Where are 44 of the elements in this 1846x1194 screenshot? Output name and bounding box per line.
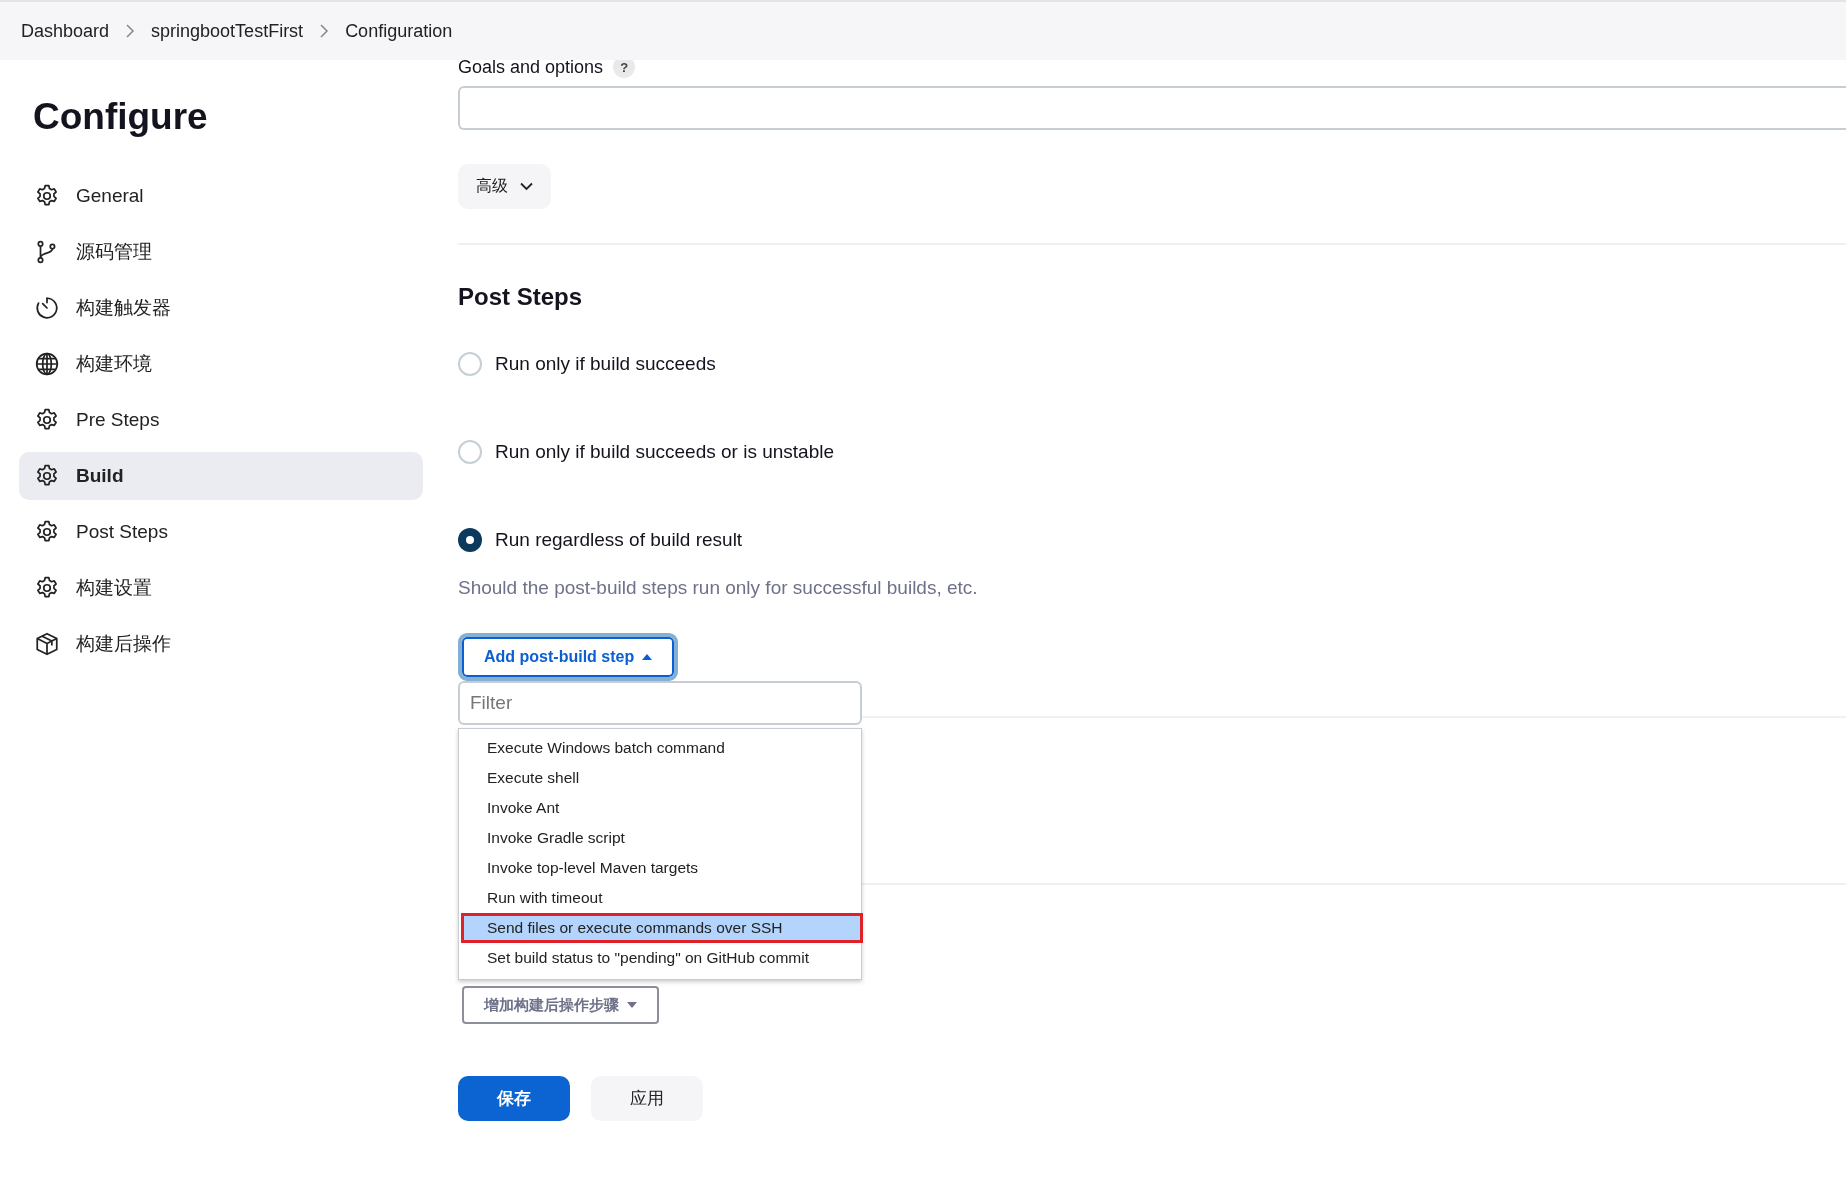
page-title: Configure (33, 96, 208, 138)
radio-button[interactable] (458, 528, 482, 552)
chevron-icon (319, 24, 330, 38)
chevron-down-icon (520, 182, 533, 191)
package-icon (34, 631, 60, 657)
section-heading: Post Steps (458, 283, 583, 311)
radio-button[interactable] (458, 352, 482, 376)
caret-up-icon (642, 654, 653, 660)
breadcrumb-link[interactable]: springbootTestFirst (151, 20, 304, 42)
sidebar-item[interactable]: Build (19, 452, 423, 500)
help-text: Should the post-build steps run only for successful builds, etc. (458, 577, 979, 599)
breadcrumb-link[interactable]: Dashboard (21, 20, 110, 42)
sidebar-item[interactable]: 构建触发器 (19, 284, 423, 332)
sidebar-item[interactable]: Post Steps (19, 508, 423, 556)
menu-item[interactable]: Execute shell (459, 763, 861, 793)
menu-item[interactable]: Invoke top-level Maven targets (459, 853, 861, 883)
apply-button[interactable]: 应用 (591, 1076, 703, 1121)
sidebar-item[interactable]: 构建环境 (19, 340, 423, 388)
radio-label[interactable]: Run only if build succeeds or is unstable (495, 441, 835, 463)
menu-item[interactable]: Invoke Gradle script (459, 823, 861, 853)
breadcrumb-link[interactable]: Configuration (345, 20, 453, 42)
menu-item[interactable]: Execute Windows batch command (459, 733, 861, 763)
menu-item[interactable]: Send files or execute commands over SSH (461, 913, 863, 943)
field-label: Goals and options (458, 56, 604, 78)
timer-icon (34, 295, 60, 321)
caret-down-icon (627, 1002, 637, 1008)
sidebar-item[interactable]: 构建设置 (19, 564, 423, 612)
menu-item[interactable]: Set build status to "pending" on GitHub commit (459, 943, 861, 973)
goals-input-field[interactable] (458, 86, 1846, 130)
menu-item[interactable]: Invoke Ant (459, 793, 861, 823)
sidebar-item[interactable]: General (19, 172, 423, 220)
add-post-build-button[interactable]: 增加构建后操作步骤 (462, 986, 659, 1024)
globe-icon (34, 351, 60, 377)
radio-label[interactable]: Run regardless of build result (495, 529, 743, 551)
menu-item[interactable]: Run with timeout (459, 883, 861, 913)
advanced-button[interactable]: 高级 (458, 164, 551, 209)
radio-label[interactable]: Run only if build succeeds (495, 353, 716, 375)
radio-button[interactable] (458, 440, 482, 464)
sidebar-item[interactable]: 源码管理 (19, 228, 423, 276)
chevron-icon (125, 24, 136, 38)
sidebar-item[interactable]: 构建后操作 (19, 620, 423, 668)
sidebar-item[interactable]: Pre Steps (19, 396, 423, 444)
save-button[interactable]: 保存 (458, 1076, 570, 1121)
filter-field[interactable]: Filter (458, 681, 862, 725)
